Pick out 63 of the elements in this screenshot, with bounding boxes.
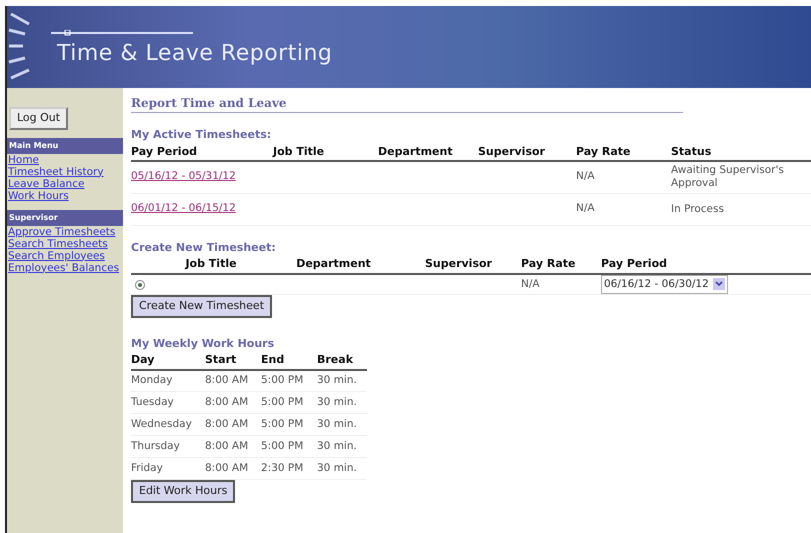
table-cell: 30 min.	[317, 462, 357, 474]
table-cell: Tuesday	[131, 396, 174, 408]
table-cell: Wednesday	[131, 418, 192, 430]
create-timesheet-button[interactable]: Create New Timesheet	[131, 295, 272, 318]
table-cell: 5:00 PM	[261, 374, 304, 386]
app-title: Time & Leave Reporting	[57, 43, 332, 65]
table-cell: Awaiting Supervisor's Approval	[671, 164, 784, 190]
sidebar-link[interactable]: Search Timesheets	[7, 238, 123, 250]
table-cell: Thursday	[131, 440, 180, 452]
sidebar-link[interactable]: Search Employees	[7, 250, 123, 262]
column-header: Supervisor	[478, 144, 576, 161]
sidebar-link[interactable]: Employees' Balances	[7, 262, 123, 274]
pay-period-dropdown[interactable]: 06/16/12 - 06/30/12	[601, 274, 728, 294]
sidebar-link[interactable]: Leave Balance	[7, 178, 123, 190]
sidebar-link[interactable]: Work Hours	[7, 190, 123, 202]
table-cell: 5:00 PM	[261, 440, 304, 452]
table-cell: 8:00 AM	[205, 418, 248, 430]
column-header: Pay Period	[131, 144, 273, 161]
table-cell: In Process	[671, 202, 724, 214]
column-header: Start	[205, 353, 236, 366]
sidebar-link[interactable]: Timesheet History	[7, 166, 123, 178]
pay-period-link[interactable]: 05/16/12 - 05/31/12	[131, 170, 236, 182]
table-cell: 8:00 AM	[205, 462, 248, 474]
table-cell: 8:00 AM	[205, 396, 248, 408]
column-header: Department	[378, 144, 478, 161]
page-title: Report Time and Leave	[131, 94, 683, 113]
table-cell: 30 min.	[317, 374, 357, 386]
sidebar-link[interactable]: Approve Timesheets	[7, 226, 123, 238]
column-header: Job Title	[273, 144, 378, 161]
section-title: My Active Timesheets:	[131, 127, 272, 143]
menu-section-header: Supervisor	[7, 210, 123, 226]
table-cell: N/A	[576, 170, 595, 182]
column-header: Job Title	[185, 257, 237, 270]
table-cell: N/A	[521, 278, 540, 290]
table-cell: 5:00 PM	[261, 418, 304, 430]
column-header: Day	[131, 353, 154, 366]
section-title: Create New Timesheet:	[131, 240, 277, 256]
table-cell: 30 min.	[317, 418, 357, 430]
pay-period-link[interactable]: 06/01/12 - 06/15/12	[131, 202, 236, 214]
column-header: Pay Rate	[521, 257, 576, 270]
column-header: Status	[671, 144, 811, 161]
table-cell: Friday	[131, 462, 163, 474]
radio-button[interactable]	[135, 280, 145, 290]
column-header: Break	[317, 353, 354, 366]
menu-section-header: Main Menu	[7, 138, 123, 154]
table-cell: 8:00 AM	[205, 440, 248, 452]
table-cell: 30 min.	[317, 396, 357, 408]
column-header: Department	[296, 257, 371, 270]
table-cell: 5:00 PM	[261, 396, 304, 408]
column-header: Supervisor	[425, 257, 492, 270]
edit-work-hours-button[interactable]: Edit Work Hours	[131, 480, 236, 503]
caret-icon	[712, 278, 725, 290]
table-cell: 2:30 PM	[261, 462, 304, 474]
sidebar-link[interactable]: Home	[7, 154, 123, 166]
column-header: Pay Period	[601, 257, 667, 270]
section-title: My Weekly Work Hours	[131, 336, 276, 352]
table-cell: 30 min.	[317, 440, 357, 452]
logout-button[interactable]: Log Out	[9, 107, 68, 130]
table-cell: Monday	[131, 374, 172, 386]
table-cell: N/A	[576, 202, 595, 214]
table-cell: 8:00 AM	[205, 374, 248, 386]
column-header: End	[261, 353, 284, 366]
column-header: Pay Rate	[576, 144, 671, 161]
